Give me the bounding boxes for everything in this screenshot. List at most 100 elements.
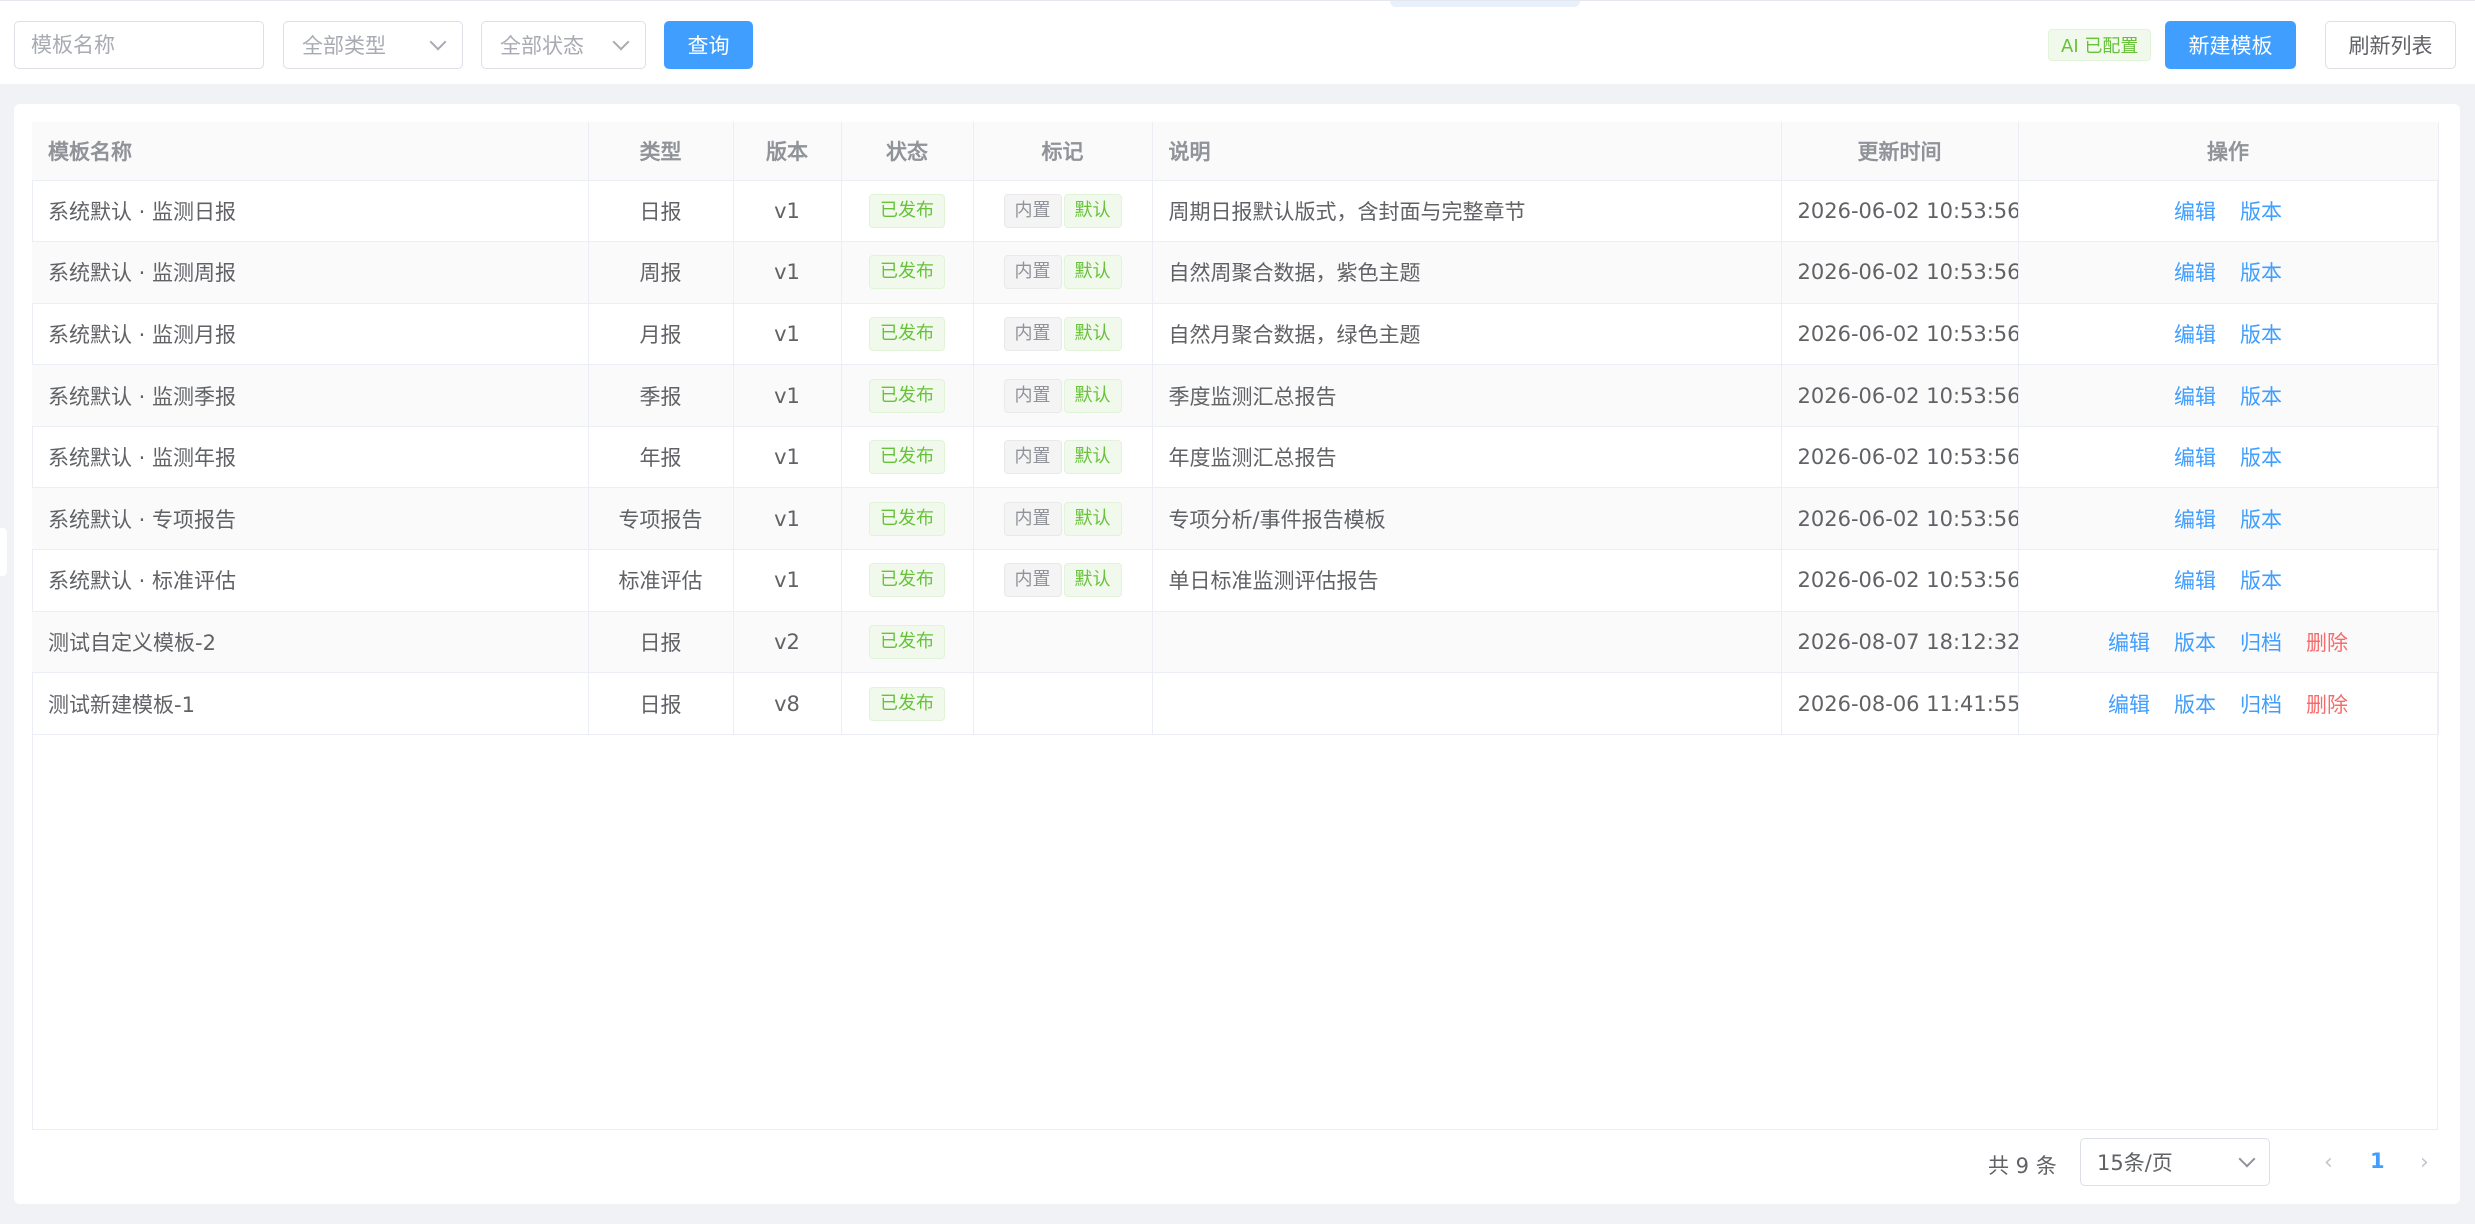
header-actions: 操作 [2018, 122, 2439, 181]
status-select[interactable]: 全部状态 [481, 21, 646, 69]
status-badge: 已发布 [869, 440, 945, 475]
cell-status: 已发布 [841, 549, 974, 612]
cell-type: 周报 [588, 241, 734, 304]
cell-type: 专项报告 [588, 487, 734, 551]
status-badge: 已发布 [869, 624, 945, 659]
new-template-button[interactable]: 新建模板 [2165, 21, 2296, 69]
type-select-value: 全部类型 [302, 34, 386, 58]
cell-updated: 2026-06-02 10:53:56 [1781, 180, 2019, 243]
edit-link[interactable]: 编辑 [2174, 508, 2216, 532]
status-badge: 已发布 [869, 193, 945, 228]
cell-type: 年报 [588, 426, 734, 489]
table-row: 系统默认 · 监测月报 月报 v1 已发布 内置 默认 自然月聚合数据，绿色主题 … [32, 303, 2439, 366]
default-badge: 默认 [1063, 316, 1122, 351]
edit-link[interactable]: 编辑 [2174, 569, 2216, 593]
version-link[interactable]: 版本 [2240, 261, 2282, 285]
header-type: 类型 [588, 122, 734, 181]
header-updated: 更新时间 [1781, 122, 2019, 181]
page-size-select[interactable]: 15条/页 [2080, 1138, 2270, 1186]
sidebar-edge-handle[interactable] [0, 528, 7, 576]
cell-status: 已发布 [841, 672, 974, 735]
edit-link[interactable]: 编辑 [2108, 693, 2150, 717]
cell-name: 测试自定义模板-2 [32, 611, 589, 674]
chevron-down-icon [429, 33, 447, 51]
cell-actions: 编辑 版本 [2018, 487, 2439, 551]
edit-link[interactable]: 编辑 [2174, 385, 2216, 409]
cell-actions: 编辑 版本 [2018, 426, 2439, 489]
status-badge: 已发布 [869, 378, 945, 413]
cell-description: 专项分析/事件报告模板 [1152, 487, 1782, 551]
version-link[interactable]: 版本 [2240, 569, 2282, 593]
default-badge: 默认 [1063, 563, 1122, 598]
status-badge: 已发布 [869, 686, 945, 721]
pagination-total: 共 9 条 [1988, 1154, 2057, 1178]
cell-updated: 2026-08-06 11:41:55 [1781, 672, 2019, 735]
cell-description: 自然周聚合数据，紫色主题 [1152, 241, 1782, 304]
cell-type: 标准评估 [588, 549, 734, 612]
template-name-input[interactable] [14, 21, 264, 69]
version-link[interactable]: 版本 [2240, 385, 2282, 409]
version-link[interactable]: 版本 [2240, 200, 2282, 224]
prev-page-icon[interactable]: ‹ [2324, 1150, 2333, 1175]
cell-version: v2 [733, 611, 842, 674]
edit-link[interactable]: 编辑 [2174, 323, 2216, 347]
cell-updated: 2026-06-02 10:53:56 [1781, 549, 2019, 612]
page-number-current[interactable]: 1 [2370, 1149, 2385, 1173]
cell-mark: 内置 默认 [973, 180, 1153, 243]
edit-link[interactable]: 编辑 [2174, 261, 2216, 285]
ai-status-badge: AI 已配置 [2048, 29, 2152, 61]
header-mark: 标记 [973, 122, 1153, 181]
edit-link[interactable]: 编辑 [2174, 200, 2216, 224]
builtin-badge: 内置 [1003, 501, 1062, 536]
header-status: 状态 [841, 122, 974, 181]
archive-link[interactable]: 归档 [2240, 693, 2282, 717]
delete-link[interactable]: 删除 [2306, 631, 2348, 655]
cell-actions: 编辑 版本 [2018, 180, 2439, 243]
cell-name: 系统默认 · 专项报告 [32, 487, 589, 551]
status-badge: 已发布 [869, 501, 945, 536]
cell-status: 已发布 [841, 611, 974, 674]
version-link[interactable]: 版本 [2240, 446, 2282, 470]
cell-actions: 编辑 版本 归档 删除 [2018, 672, 2439, 735]
cell-status: 已发布 [841, 303, 974, 366]
status-badge: 已发布 [869, 255, 945, 290]
cell-name: 系统默认 · 监测月报 [32, 303, 589, 366]
builtin-badge: 内置 [1003, 193, 1062, 228]
cell-updated: 2026-06-02 10:53:56 [1781, 426, 2019, 489]
cell-type: 季报 [588, 364, 734, 427]
query-button[interactable]: 查询 [664, 21, 753, 69]
edit-link[interactable]: 编辑 [2108, 631, 2150, 655]
default-badge: 默认 [1063, 255, 1122, 290]
delete-link[interactable]: 删除 [2306, 693, 2348, 717]
version-link[interactable]: 版本 [2240, 323, 2282, 347]
cell-description [1152, 672, 1782, 735]
cell-status: 已发布 [841, 241, 974, 304]
cell-description: 季度监测汇总报告 [1152, 364, 1782, 427]
cell-version: v1 [733, 426, 842, 489]
cell-name: 系统默认 · 监测季报 [32, 364, 589, 427]
type-select[interactable]: 全部类型 [283, 21, 463, 69]
status-badge: 已发布 [869, 316, 945, 351]
cell-version: v1 [733, 241, 842, 304]
default-badge: 默认 [1063, 501, 1122, 536]
edit-link[interactable]: 编辑 [2174, 446, 2216, 470]
cell-mark: 内置 默认 [973, 487, 1153, 551]
version-link[interactable]: 版本 [2174, 631, 2216, 655]
header-description: 说明 [1152, 122, 1782, 181]
archive-link[interactable]: 归档 [2240, 631, 2282, 655]
table-row: 测试新建模板-1 日报 v8 已发布 2026-08-06 11:41:55 编… [32, 672, 2439, 735]
refresh-list-button[interactable]: 刷新列表 [2325, 21, 2456, 69]
cell-status: 已发布 [841, 426, 974, 489]
cell-updated: 2026-08-07 18:12:32 [1781, 611, 2019, 674]
cell-updated: 2026-06-02 10:53:56 [1781, 303, 2019, 366]
next-page-icon[interactable]: › [2420, 1150, 2429, 1175]
version-link[interactable]: 版本 [2174, 693, 2216, 717]
cell-version: v8 [733, 672, 842, 735]
version-link[interactable]: 版本 [2240, 508, 2282, 532]
cell-mark: 内置 默认 [973, 303, 1153, 366]
cell-status: 已发布 [841, 364, 974, 427]
table-header-row: 模板名称 类型 版本 状态 标记 说明 更新时间 操作 [32, 122, 2439, 181]
cell-version: v1 [733, 180, 842, 243]
template-list-card: 模板名称 类型 版本 状态 标记 说明 更新时间 操作 系统默认 · 监测日报 … [14, 104, 2460, 1204]
cell-mark: 内置 默认 [973, 426, 1153, 489]
